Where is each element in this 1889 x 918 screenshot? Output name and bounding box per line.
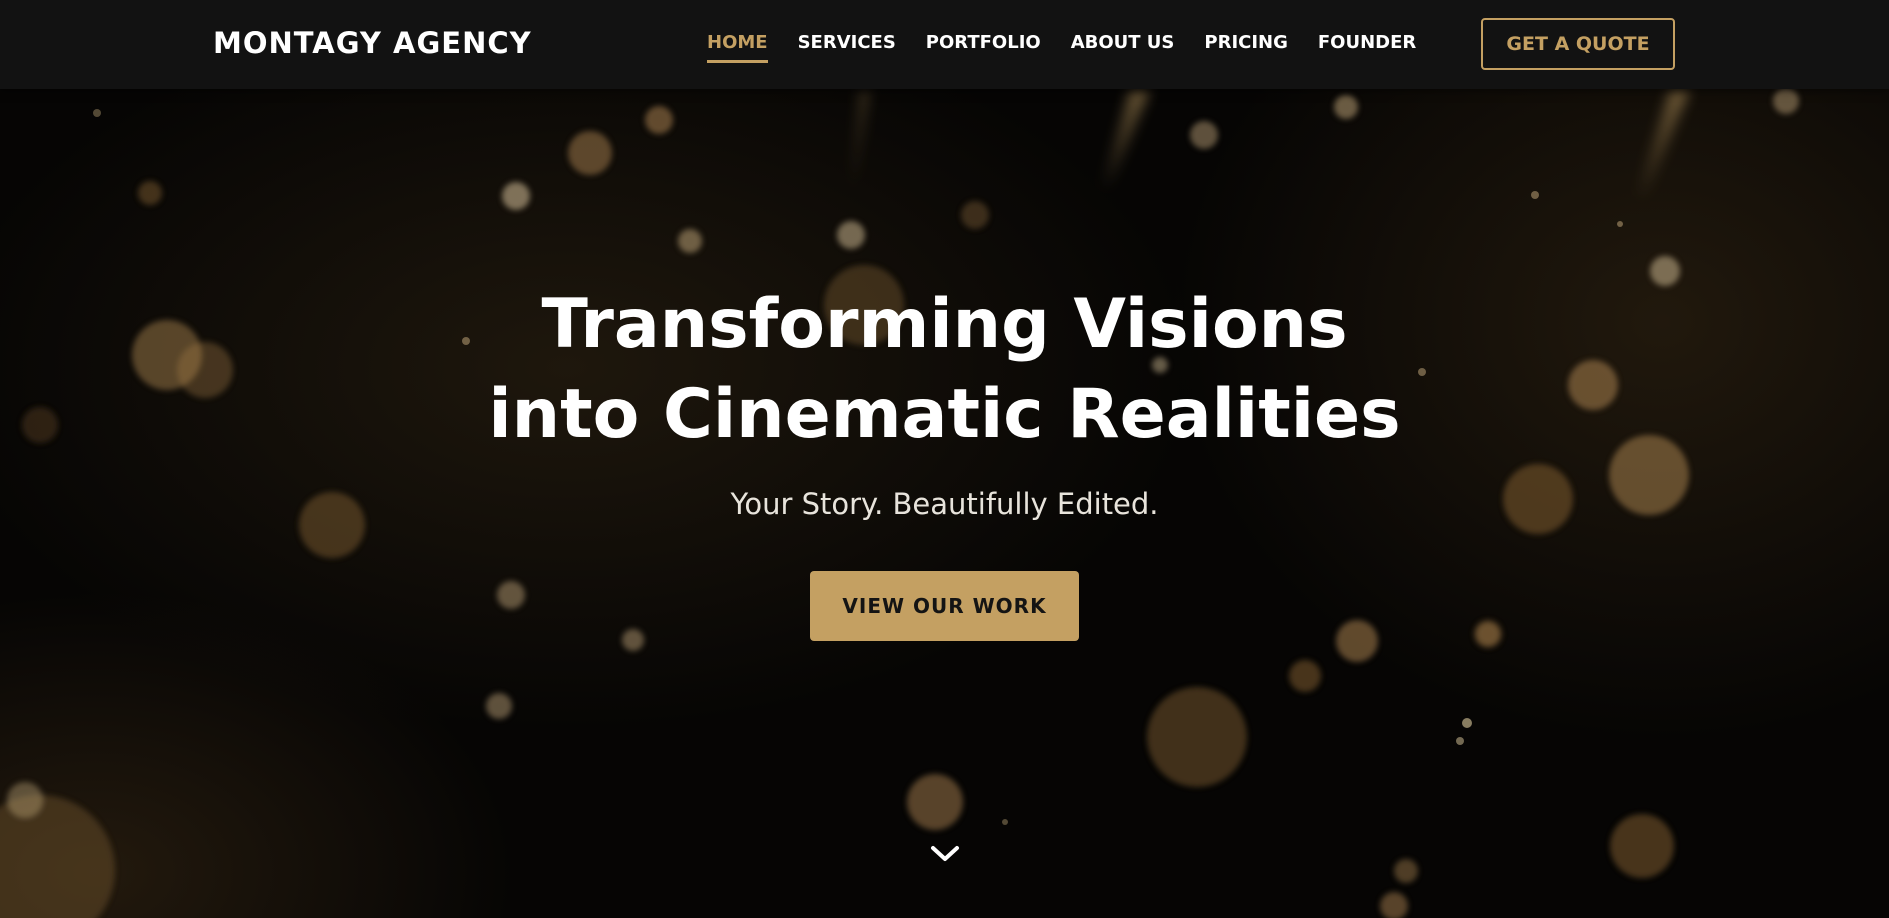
brand-logo[interactable]: MONTAGY AGENCY	[213, 26, 532, 60]
nav-item-founder[interactable]: FOUNDER	[1318, 32, 1416, 63]
nav-item-pricing[interactable]: PRICING	[1204, 32, 1288, 63]
hero-title-line2: into Cinematic Realities	[488, 375, 1401, 454]
view-our-work-button[interactable]: VIEW OUR WORK	[810, 571, 1079, 641]
nav-item-about-us[interactable]: ABOUT US	[1071, 32, 1175, 63]
hero-section: Transforming Visions into Cinematic Real…	[0, 0, 1889, 918]
hero-subtitle: Your Story. Beautifully Edited.	[730, 487, 1159, 521]
get-a-quote-button[interactable]: GET A QUOTE	[1481, 18, 1675, 70]
nav-links: HOME SERVICES PORTFOLIO ABOUT US PRICING…	[707, 32, 1446, 63]
page: Transforming Visions into Cinematic Real…	[0, 0, 1889, 918]
nav-item-portfolio[interactable]: PORTFOLIO	[926, 32, 1041, 63]
nav-item-services[interactable]: SERVICES	[798, 32, 896, 63]
navbar: MONTAGY AGENCY HOME SERVICES PORTFOLIO A…	[0, 0, 1889, 89]
hero-title-line1: Transforming Visions	[541, 285, 1348, 364]
chevron-down-icon[interactable]	[928, 838, 962, 868]
hero-title: Transforming Visions into Cinematic Real…	[0, 280, 1889, 460]
nav-item-home[interactable]: HOME	[707, 32, 768, 63]
